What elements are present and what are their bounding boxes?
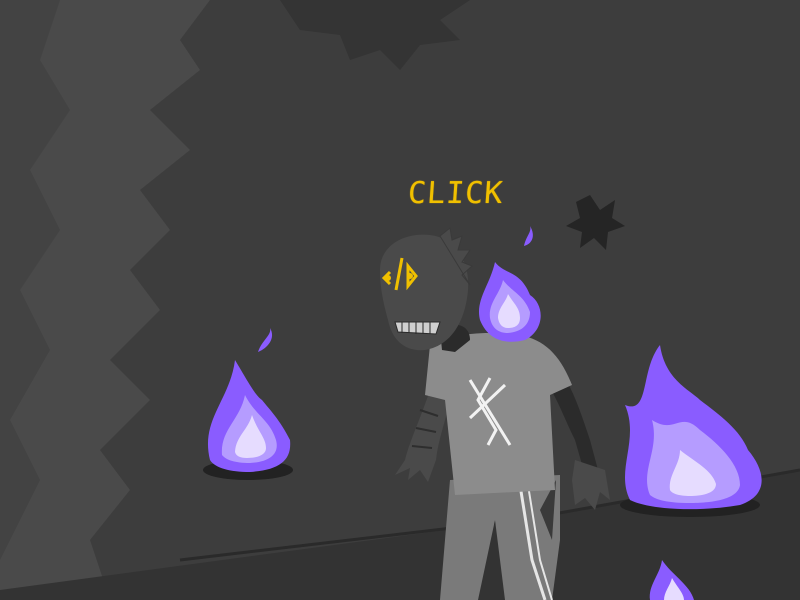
game-panel[interactable]: CLICK	[0, 0, 800, 600]
scene-art	[0, 0, 800, 600]
sound-effect-text: CLICK	[406, 176, 505, 211]
